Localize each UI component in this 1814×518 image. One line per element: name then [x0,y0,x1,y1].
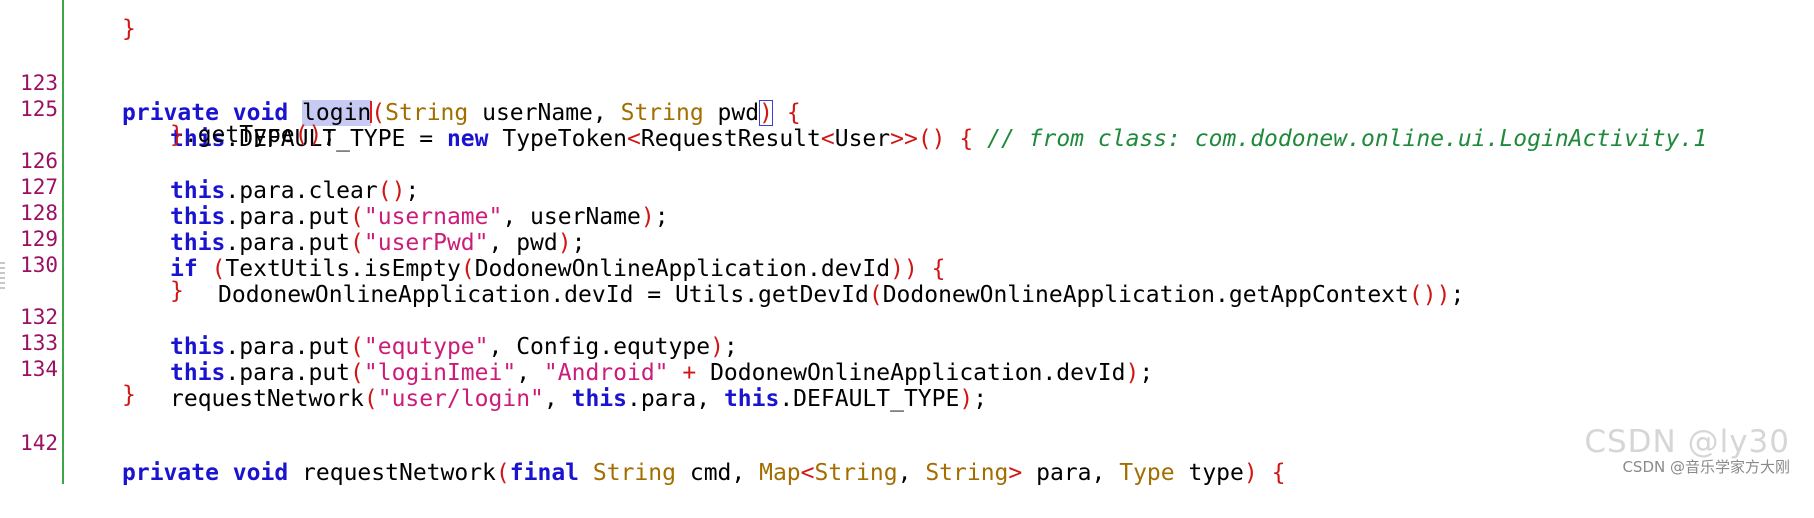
watermark-large-text: CSDN @ly30 [1584,424,1790,460]
code-comment: // from class: com.dodonew.online.ui.Log… [987,126,1708,152]
code-line-partial-top: } [122,16,136,42]
code-line-134-close[interactable]: } [0,350,136,408]
matched-bracket: ) [759,100,773,126]
watermark-small-text: CSDN @音乐学家方大刚 [1622,458,1790,476]
code-line-142[interactable]: 142 private void requestNetwork(final St… [0,398,1285,486]
csdn-watermark: CSDN @ly30 CSDN @音乐学家方大刚 [1584,426,1790,476]
code-editor[interactable]: } 123 private void login(String userName… [0,0,1814,486]
line-number: 142 [20,431,58,455]
